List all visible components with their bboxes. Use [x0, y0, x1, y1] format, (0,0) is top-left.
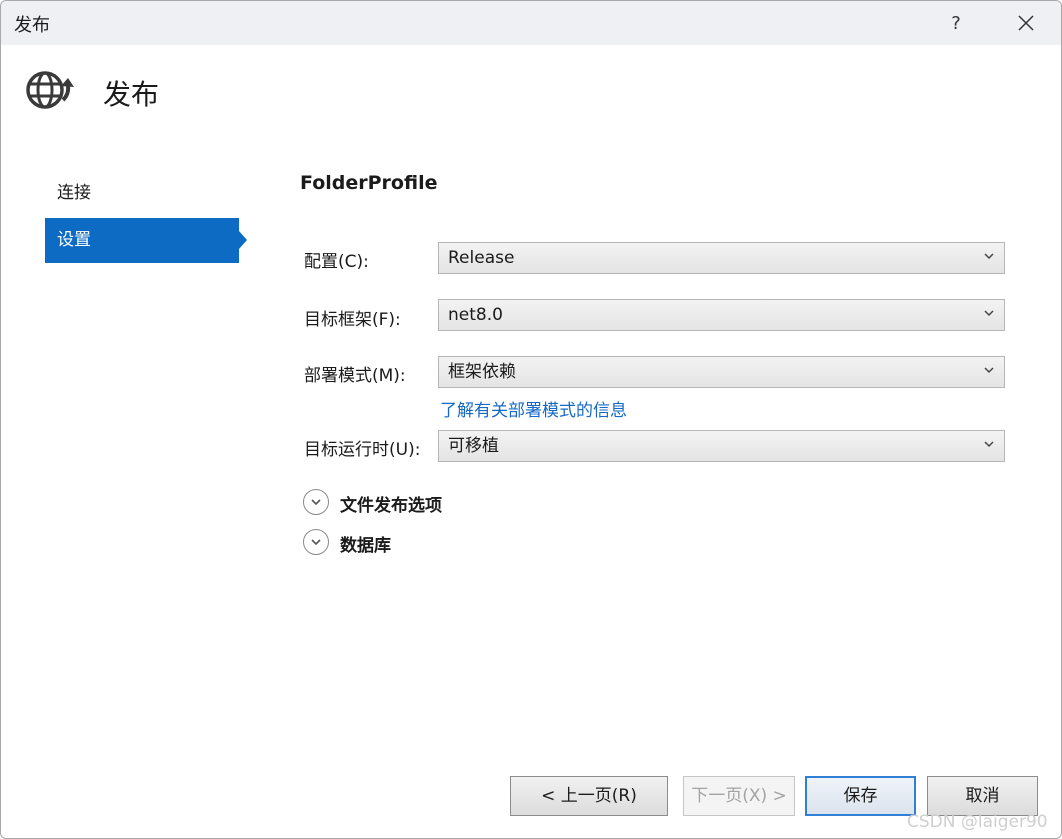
nav-item-connection[interactable]: 连接: [45, 171, 239, 216]
configuration-value: Release: [448, 248, 515, 268]
expand-circle-icon: [303, 489, 329, 515]
watermark: CSDN @laiger90: [907, 812, 1048, 832]
publish-dialog: 发布 ? 发布 连接 设置 FolderProfile 配置(C): Relea…: [0, 0, 1062, 839]
close-button[interactable]: [1005, 7, 1047, 39]
deployment-mode-select[interactable]: 框架依赖: [438, 356, 1005, 388]
previous-button[interactable]: < 上一页(R): [510, 776, 668, 816]
deployment-mode-help-link[interactable]: 了解有关部署模式的信息: [440, 396, 627, 421]
deployment-mode-value: 框架依赖: [448, 362, 516, 382]
globe-publish-icon: [26, 71, 74, 109]
target-runtime-select[interactable]: 可移植: [438, 430, 1005, 462]
target-runtime-label: 目标运行时(U):: [304, 440, 421, 460]
expand-circle-icon: [303, 529, 329, 555]
chevron-down-icon: [984, 253, 994, 260]
chevron-down-icon: [984, 367, 994, 374]
chevron-down-icon: [984, 441, 994, 448]
deployment-mode-label: 部署模式(M):: [304, 366, 406, 386]
close-icon: [1018, 15, 1034, 31]
target-framework-value: net8.0: [448, 305, 503, 325]
database-label: 数据库: [340, 536, 391, 556]
target-framework-label: 目标框架(F):: [304, 310, 401, 330]
next-button[interactable]: 下一页(X) >: [683, 776, 795, 816]
cancel-button[interactable]: 取消: [927, 776, 1038, 816]
configuration-label: 配置(C):: [304, 252, 369, 272]
target-framework-select[interactable]: net8.0: [438, 299, 1005, 331]
title-bar: 发布 ?: [1, 1, 1061, 45]
window-title: 发布: [14, 15, 50, 36]
profile-name: FolderProfile: [300, 172, 438, 194]
nav-item-settings[interactable]: 设置: [45, 218, 239, 263]
help-button[interactable]: ?: [939, 7, 973, 39]
target-runtime-value: 可移植: [448, 436, 499, 456]
file-publish-options-label: 文件发布选项: [340, 496, 442, 516]
chevron-down-icon: [984, 310, 994, 317]
configuration-select[interactable]: Release: [438, 242, 1005, 274]
page-title: 发布: [103, 78, 160, 111]
save-button[interactable]: 保存: [805, 776, 916, 816]
nav-active-pointer: [239, 231, 247, 249]
